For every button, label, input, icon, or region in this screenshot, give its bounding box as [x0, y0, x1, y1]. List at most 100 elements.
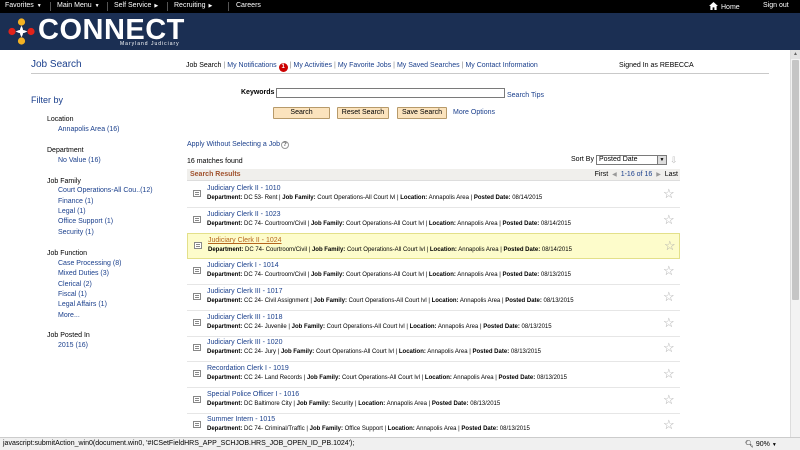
select-checkbox[interactable]	[193, 267, 201, 275]
filter-item[interactable]: Mixed Duties (3)	[58, 270, 109, 277]
filter-item[interactable]: Court Operations-All Cou..(12)	[58, 187, 153, 194]
department-value: CC 24- Civil Assignment	[244, 297, 309, 304]
home-label: Home	[721, 4, 740, 11]
job-title-link[interactable]: Judiciary Clerk III - 1017	[207, 288, 282, 295]
posted-date-label: Posted Date:	[502, 272, 540, 279]
filter-item[interactable]: Fiscal (1)	[58, 291, 87, 298]
vertical-scrollbar[interactable]: ▲	[790, 50, 800, 437]
job-title-link[interactable]: Judiciary Clerk I - 1014	[207, 262, 279, 269]
breadcrumb-self-service[interactable]: Self Service ▶	[114, 2, 158, 9]
zoom-level[interactable]: 🔍︎ 90% ▼	[745, 440, 777, 448]
result-row: Judiciary Clerk II - 1010 Department: DC…	[187, 182, 680, 208]
favorite-star-icon[interactable]: ☆	[663, 213, 675, 226]
filter-item[interactable]: Finance (1)	[58, 198, 93, 205]
department-label: Department:	[207, 349, 243, 356]
favorites-menu[interactable]: Favorites ▼	[5, 2, 42, 9]
location-label: Location:	[409, 323, 437, 330]
tab-my-notifications[interactable]: My Notifications	[227, 62, 276, 69]
scrollbar-thumb[interactable]	[792, 60, 799, 300]
location-label: Location:	[400, 195, 428, 201]
filter-item[interactable]: 2015 (16)	[58, 342, 88, 349]
tab-my-activities[interactable]: My Activities	[293, 62, 332, 69]
job-family-label: Job Family:	[311, 247, 346, 254]
filter-item[interactable]: Legal Affairs (1)	[58, 301, 107, 308]
job-title-link[interactable]: Judiciary Clerk II - 1024	[208, 237, 282, 244]
apply-without-job-link[interactable]: Apply Without Selecting a Job	[187, 141, 280, 148]
job-title-link[interactable]: Judiciary Clerk III - 1020	[207, 339, 282, 346]
signed-in-user: Signed In as REBECCA	[619, 62, 694, 69]
sort-by-select[interactable]: Posted Date ▼	[596, 155, 667, 165]
job-title-link[interactable]: Judiciary Clerk II - 1010	[207, 185, 281, 192]
select-checkbox[interactable]	[193, 344, 201, 352]
search-tips-link[interactable]: Search Tips	[507, 92, 544, 99]
job-title-link[interactable]: Special Police Officer I - 1016	[207, 391, 299, 398]
filter-item[interactable]: Clerical (2)	[58, 281, 92, 288]
help-icon[interactable]: ?	[281, 141, 289, 149]
results-title: Search Results	[190, 171, 241, 178]
favorite-star-icon[interactable]: ☆	[663, 393, 675, 406]
favorite-star-icon[interactable]: ☆	[663, 187, 675, 200]
main-menu[interactable]: Main Menu ▼	[57, 2, 100, 9]
job-details: Department: DC 74- Courtroom/Civil | Job…	[208, 247, 572, 254]
favorite-star-icon[interactable]: ☆	[663, 264, 675, 277]
tab-divider: |	[461, 62, 464, 69]
filter-item[interactable]: No Value (16)	[58, 157, 101, 164]
favorite-star-icon[interactable]: ☆	[663, 316, 675, 329]
filter-item[interactable]: Legal (1)	[58, 208, 86, 215]
location-value: Annapolis Area	[437, 323, 479, 330]
favorite-star-icon[interactable]: ☆	[663, 367, 675, 380]
more-options-link[interactable]: More Options	[453, 109, 495, 116]
posted-date-value: 08/13/2015	[540, 272, 571, 279]
home-link[interactable]: Home	[709, 2, 740, 11]
sort-direction-icon[interactable]: ⇩	[670, 155, 678, 166]
department-label: Department:	[207, 272, 243, 279]
favorite-star-icon[interactable]: ☆	[663, 290, 675, 303]
save-search-button[interactable]: Save Search	[397, 107, 447, 119]
select-checkbox[interactable]	[193, 421, 201, 429]
department-label: Department:	[207, 297, 243, 304]
filter-item[interactable]: Security (1)	[58, 229, 94, 236]
location-value: Annapolis Area	[457, 220, 498, 227]
tab-my-contact-information[interactable]: My Contact Information	[465, 62, 537, 69]
select-checkbox[interactable]	[193, 369, 201, 377]
sign-out-link[interactable]: Sign out	[763, 2, 789, 9]
job-title-link[interactable]: Judiciary Clerk III - 1018	[207, 314, 282, 321]
department-label: Department:	[207, 195, 243, 201]
nav-divider	[107, 2, 108, 11]
select-checkbox[interactable]	[193, 215, 201, 223]
select-checkbox[interactable]	[193, 318, 201, 326]
result-row: Judiciary Clerk III - 1017 Department: C…	[187, 285, 680, 311]
pager-range[interactable]: 1-16 of 16	[621, 171, 653, 178]
select-checkbox[interactable]	[194, 242, 202, 250]
job-title-link[interactable]: Judiciary Clerk II - 1023	[207, 211, 281, 218]
tab-job-search[interactable]: Job Search	[186, 62, 221, 69]
tab-my-saved-searches[interactable]: My Saved Searches	[397, 62, 460, 69]
select-checkbox[interactable]	[193, 292, 201, 300]
favorite-star-icon[interactable]: ☆	[663, 341, 675, 354]
job-title-link[interactable]: Summer Intern - 1015	[207, 416, 275, 423]
job-family-label: Job Family:	[282, 195, 316, 201]
filter-item[interactable]: Case Processing (8)	[58, 260, 121, 267]
job-family-label: Job Family:	[280, 349, 315, 356]
header-banner: CONNECT Maryland Judiciary	[0, 13, 800, 50]
select-checkbox[interactable]	[193, 395, 201, 403]
reset-search-button[interactable]: Reset Search	[337, 107, 389, 119]
scroll-up-icon[interactable]: ▲	[791, 50, 800, 59]
tab-my-favorite-jobs[interactable]: My Favorite Jobs	[338, 62, 391, 69]
breadcrumb-careers[interactable]: Careers	[236, 2, 261, 9]
keywords-input[interactable]	[276, 88, 505, 98]
favorite-star-icon[interactable]: ☆	[663, 418, 675, 431]
select-checkbox[interactable]	[193, 190, 201, 197]
job-family-label: Job Family:	[309, 426, 343, 433]
filter-more-link[interactable]: More...	[58, 312, 80, 319]
search-button[interactable]: Search	[273, 107, 330, 119]
job-details: Department: DC 74- Criminal/Traffic | Jo…	[207, 426, 530, 433]
job-details: Department: DC 74- Courtroom/Civil | Job…	[207, 220, 571, 227]
favorite-star-icon[interactable]: ☆	[664, 239, 676, 252]
breadcrumb-recruiting[interactable]: Recruiting ▶	[174, 2, 212, 9]
filter-item[interactable]: Annapolis Area (16)	[58, 126, 119, 133]
filter-item[interactable]: Office Support (1)	[58, 218, 113, 225]
location-value: Annapolis Area	[459, 297, 501, 304]
job-title-link[interactable]: Recordation Clerk I - 1019	[207, 365, 289, 372]
posted-date-label: Posted Date:	[472, 349, 510, 356]
